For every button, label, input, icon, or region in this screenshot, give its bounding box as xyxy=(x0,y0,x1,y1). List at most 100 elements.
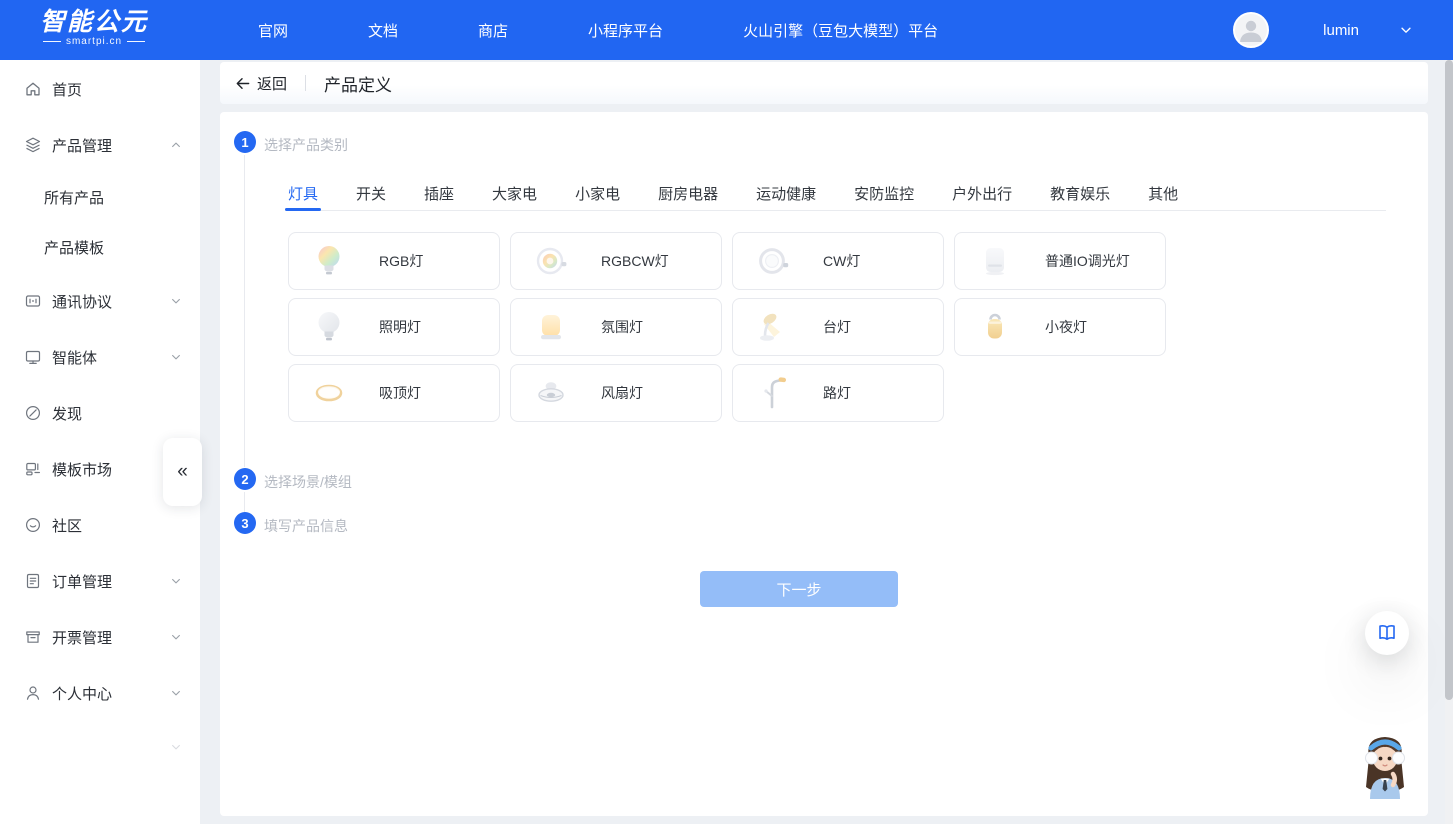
page-header: 返回 产品定义 xyxy=(220,62,1428,104)
user-menu-chevron-down-icon[interactable] xyxy=(1399,23,1413,37)
tab-lighting[interactable]: 灯具 xyxy=(288,182,318,210)
ceiling-light-icon xyxy=(309,373,349,413)
sidebar-item-label: 产品管理 xyxy=(52,135,112,156)
product-card-cw-light[interactable]: CW灯 xyxy=(732,232,944,290)
brand-logo[interactable]: 智能公元 smartpi.cn xyxy=(40,8,148,47)
product-card-ambient-light[interactable]: 氛围灯 xyxy=(510,298,722,356)
nav-link-docs[interactable]: 文档 xyxy=(368,20,398,41)
brand-title: 智能公元 xyxy=(40,8,148,36)
protocol-icon xyxy=(24,292,42,310)
rgb-bulb-icon xyxy=(309,241,349,281)
nav-link-store[interactable]: 商店 xyxy=(478,20,508,41)
product-card-street-lamp[interactable]: 路灯 xyxy=(732,364,944,422)
product-card-rgbcw-light[interactable]: RGBCW灯 xyxy=(510,232,722,290)
tab-sport-health[interactable]: 运动健康 xyxy=(756,182,816,210)
nav-user-area[interactable]: lumin xyxy=(1233,0,1413,60)
tab-other[interactable]: 其他 xyxy=(1148,182,1178,210)
arrow-left-icon xyxy=(234,75,251,92)
sidebar-item-community[interactable]: 社区 xyxy=(0,513,200,537)
product-label: 风扇灯 xyxy=(601,383,643,403)
header-divider xyxy=(305,75,306,91)
sidebar-subitem-label: 所有产品 xyxy=(44,187,104,208)
template-market-icon xyxy=(24,460,42,478)
product-label: RGB灯 xyxy=(379,251,423,271)
sidebar-collapse-button[interactable]: « xyxy=(163,438,202,506)
step-1-badge: 1 xyxy=(234,131,256,153)
product-label: 吸顶灯 xyxy=(379,383,421,403)
product-card-desk-lamp[interactable]: 台灯 xyxy=(732,298,944,356)
home-icon xyxy=(24,80,42,98)
sidebar-item-agent[interactable]: 智能体 xyxy=(0,345,200,369)
product-label: 氛围灯 xyxy=(601,317,643,337)
nav-link-volcengine[interactable]: 火山引擎（豆包大模型）平台 xyxy=(743,20,938,41)
night-light-icon xyxy=(975,307,1015,347)
docs-fab-button[interactable] xyxy=(1365,611,1409,655)
order-doc-icon xyxy=(24,572,42,590)
tab-switch[interactable]: 开关 xyxy=(356,182,386,210)
sidebar-item-comm-protocol[interactable]: 通讯协议 xyxy=(0,289,200,313)
nav-link-official-site[interactable]: 官网 xyxy=(258,20,288,41)
step-2-label: 选择场景/模组 xyxy=(264,472,352,492)
sidebar-item-product-management[interactable]: 产品管理 xyxy=(0,133,200,157)
next-step-button[interactable]: 下一步 xyxy=(700,571,898,607)
discover-compass-icon xyxy=(24,404,42,422)
sidebar-item-personal-center[interactable]: 个人中心 xyxy=(0,681,200,705)
sidebar-item-label: 智能体 xyxy=(52,347,97,368)
tab-large-appliance[interactable]: 大家电 xyxy=(492,182,537,210)
step-3-label: 填写产品信息 xyxy=(264,516,348,536)
user-avatar-icon[interactable] xyxy=(1233,12,1269,48)
product-label: 路灯 xyxy=(823,383,851,403)
category-tabs: 灯具 开关 插座 大家电 小家电 厨房电器 运动健康 安防监控 户外出行 教育娱… xyxy=(288,182,1386,211)
chevron-up-icon xyxy=(168,137,184,153)
step-connector-line xyxy=(244,492,245,512)
chevron-down-icon xyxy=(168,349,184,365)
sidebar-item-label: 订单管理 xyxy=(52,571,112,592)
product-grid: RGB灯 RGBCW灯 CW灯 普通IO调光灯 照明灯 xyxy=(288,232,1166,422)
step-1-label: 选择产品类别 xyxy=(264,135,348,155)
collapse-chevrons-icon: « xyxy=(177,461,188,483)
username-label: lumin xyxy=(1323,22,1359,39)
top-navbar: 智能公元 smartpi.cn 官网 文档 商店 小程序平台 火山引擎（豆包大模… xyxy=(0,0,1453,60)
sidebar-item-all-products[interactable]: 所有产品 xyxy=(0,185,200,209)
tab-socket[interactable]: 插座 xyxy=(424,182,454,210)
chevron-down-icon xyxy=(168,573,184,589)
sidebar-item-home[interactable]: 首页 xyxy=(0,77,200,101)
chevron-down-icon xyxy=(168,685,184,701)
tab-security-monitoring[interactable]: 安防监控 xyxy=(854,182,914,210)
product-label: 普通IO调光灯 xyxy=(1045,251,1130,271)
sidebar-item-discover[interactable]: 发现 xyxy=(0,401,200,425)
tab-small-appliance[interactable]: 小家电 xyxy=(575,182,620,210)
sidebar-scroll-more[interactable] xyxy=(0,735,200,759)
sidebar-item-invoice-management[interactable]: 开票管理 xyxy=(0,625,200,649)
rgbcw-downlight-icon xyxy=(531,241,571,281)
customer-service-assistant-avatar[interactable] xyxy=(1349,727,1421,799)
chevron-down-icon xyxy=(168,293,184,309)
product-card-fan-light[interactable]: 风扇灯 xyxy=(510,364,722,422)
tab-kitchen-appliance[interactable]: 厨房电器 xyxy=(658,182,718,210)
agent-monitor-icon xyxy=(24,348,42,366)
product-card-night-light[interactable]: 小夜灯 xyxy=(954,298,1166,356)
back-button[interactable]: 返回 xyxy=(234,73,287,94)
product-label: RGBCW灯 xyxy=(601,251,669,271)
chevron-down-faint-icon xyxy=(168,739,184,755)
page-scrollbar-thumb[interactable] xyxy=(1445,60,1453,700)
sidebar-item-label: 模板市场 xyxy=(52,459,112,480)
step-connector-line xyxy=(244,155,245,467)
sidebar-item-label: 首页 xyxy=(52,79,82,100)
tab-outdoor-travel[interactable]: 户外出行 xyxy=(952,182,1012,210)
product-card-illumination-light[interactable]: 照明灯 xyxy=(288,298,500,356)
product-label: 照明灯 xyxy=(379,317,421,337)
sidebar-item-label: 开票管理 xyxy=(52,627,112,648)
nav-link-miniprogram[interactable]: 小程序平台 xyxy=(588,20,663,41)
open-book-icon xyxy=(1377,623,1397,643)
product-card-ceiling-light[interactable]: 吸顶灯 xyxy=(288,364,500,422)
sidebar-item-order-management[interactable]: 订单管理 xyxy=(0,569,200,593)
sidebar-item-label: 通讯协议 xyxy=(52,291,112,312)
product-card-rgb-light[interactable]: RGB灯 xyxy=(288,232,500,290)
product-label: 台灯 xyxy=(823,317,851,337)
product-card-io-dimmer-light[interactable]: 普通IO调光灯 xyxy=(954,232,1166,290)
sidebar-item-product-templates[interactable]: 产品模板 xyxy=(0,235,200,259)
sidebar-item-label: 发现 xyxy=(52,403,82,424)
tab-education-entertainment[interactable]: 教育娱乐 xyxy=(1050,182,1110,210)
cw-downlight-icon xyxy=(753,241,793,281)
